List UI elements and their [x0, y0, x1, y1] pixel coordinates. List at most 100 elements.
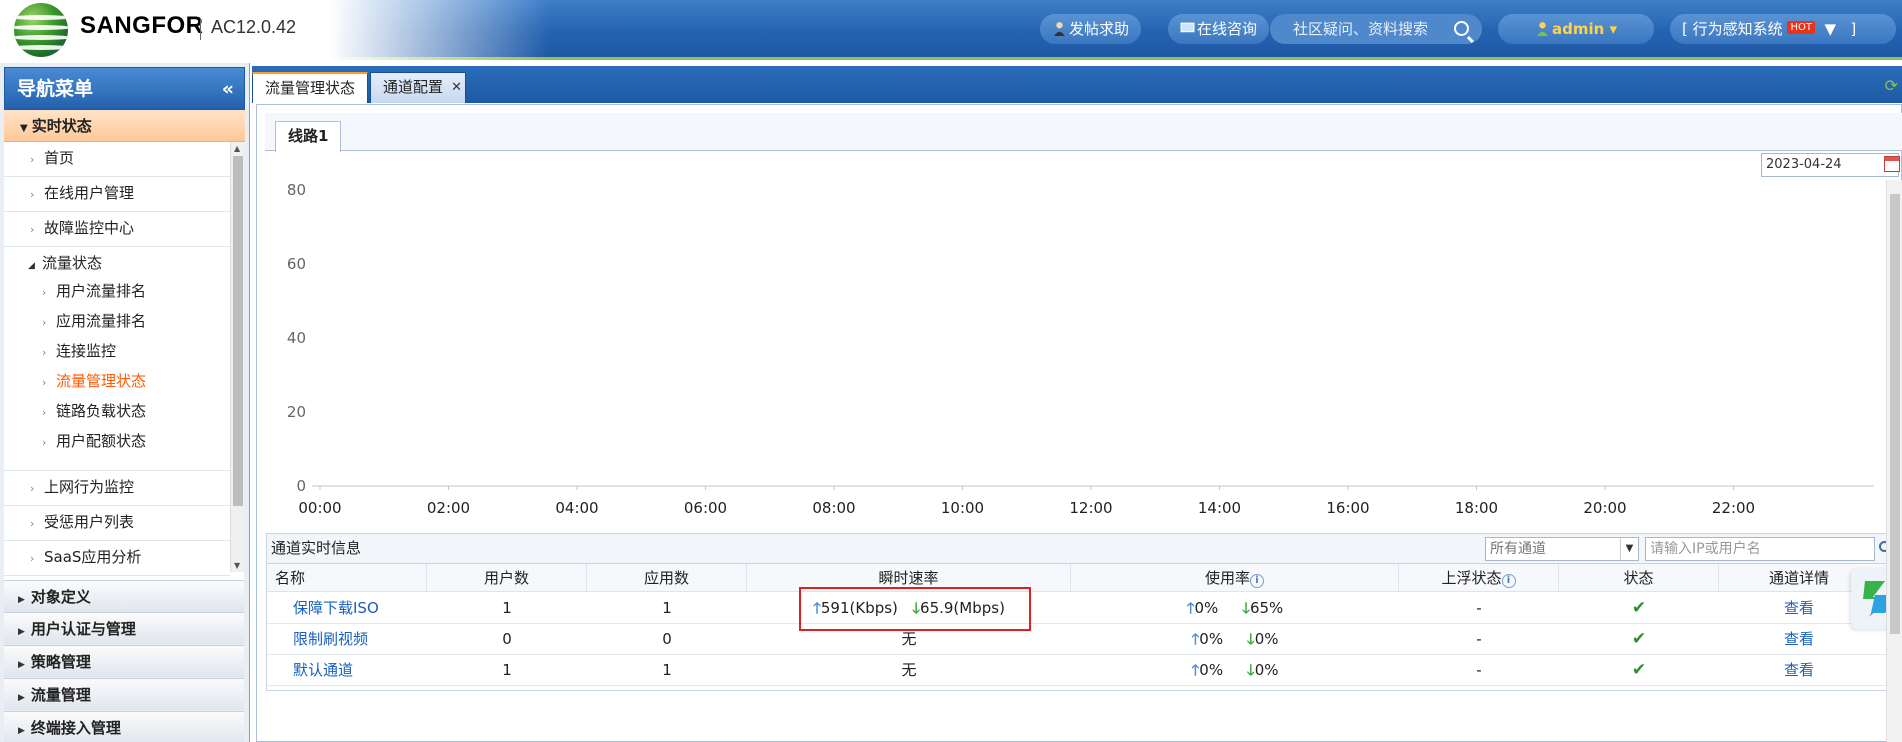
search-icon[interactable] — [1454, 21, 1469, 36]
scroll-up-icon[interactable]: ▲ — [234, 144, 240, 153]
ip-user-search-input[interactable]: 请输入IP或用户名 — [1645, 537, 1894, 561]
x-tick-label: 02:00 — [427, 499, 470, 517]
table-row: 默认通道 1 1 无 🡑0% 🡓0% - ✔ 查看 — [267, 655, 1889, 686]
sidebar-item-user-quota-status[interactable]: › 用户配额状态 — [4, 429, 230, 471]
sidebar-item-app-traffic-rank[interactable]: › 应用流量排名 — [4, 309, 230, 339]
sidebar-section-user-auth[interactable]: ▶ 用户认证与管理 — [4, 612, 244, 644]
info-icon[interactable]: i — [1250, 574, 1264, 588]
channel-name-link[interactable]: 限制刷视频 — [293, 624, 433, 655]
col-float-status[interactable]: 上浮状态 i — [1399, 564, 1559, 592]
collapse-sidebar-icon[interactable]: « — [222, 68, 234, 111]
sidebar-item-online-users[interactable]: › 在线用户管理 — [4, 177, 230, 212]
table-row: 保障下载ISO 1 1 🡑591(Kbps) 🡓65.9(Mbps) 🡑0% 🡓… — [267, 593, 1889, 624]
col-users[interactable]: 用户数 — [427, 564, 587, 592]
x-tick-label: 10:00 — [941, 499, 984, 517]
y-tick-label: 20 — [287, 403, 306, 421]
col-usage[interactable]: 使用率 i — [1071, 564, 1399, 592]
caret-down-icon: ▼ — [20, 123, 28, 134]
help-button[interactable]: 发帖求助 — [1040, 14, 1142, 44]
status-ok-icon: ✔ — [1631, 660, 1647, 680]
scroll-thumb[interactable] — [1890, 194, 1900, 634]
tab-traffic-mgmt-status[interactable]: 流量管理状态 — [252, 72, 369, 103]
behavior-system-menu[interactable]: [ 行为感知系统 HOT ▼ ] — [1670, 14, 1896, 44]
table-row: 限制刷视频 0 0 无 🡑0% 🡓0% - ✔ 查看 — [267, 624, 1889, 655]
users-count: 0 — [502, 630, 512, 648]
sidebar-item-traffic-status[interactable]: ◢ 流量状态 — [4, 247, 230, 279]
realtime-title: 通道实时信息 — [271, 539, 362, 557]
y-tick-label: 80 — [287, 181, 306, 199]
arrow-up-icon: 🡑 — [1186, 599, 1195, 617]
channel-filter-select[interactable]: 所有通道 ▼ — [1485, 537, 1639, 561]
x-tick-label: 16:00 — [1326, 499, 1369, 517]
hot-badge: HOT — [1787, 21, 1815, 34]
refresh-icon[interactable]: ⟳ — [1885, 76, 1898, 95]
col-status[interactable]: 状态 — [1559, 564, 1719, 592]
sidebar-scrollbar[interactable]: ▲ ▼ — [230, 142, 244, 572]
usage-rate: 🡑0% 🡓0% — [1191, 661, 1279, 679]
x-tick-label: 08:00 — [812, 499, 855, 517]
channel-name-link[interactable]: 保障下载ISO — [293, 593, 433, 624]
caret-right-icon: ▶ — [18, 660, 25, 670]
chevron-right-icon: › — [42, 436, 47, 449]
system-label: 行为感知系统 — [1692, 20, 1783, 38]
instant-rate: 无 — [901, 661, 917, 679]
float-status: - — [1476, 599, 1482, 617]
caret-right-icon: ▶ — [18, 627, 25, 637]
realtime-header: 通道实时信息 所有通道 ▼ 请输入IP或用户名 — [267, 534, 1894, 564]
channel-name-link[interactable]: 默认通道 — [293, 655, 433, 686]
sidebar-item-home[interactable]: › 首页 — [4, 142, 230, 177]
main-tab-bar: 流量管理状态 通道配置 ✕ ⟳ — [252, 66, 1902, 103]
chevron-right-icon: › — [30, 223, 35, 236]
sidebar-item-user-traffic-rank[interactable]: › 用户流量排名 — [4, 279, 230, 309]
chevron-right-icon: › — [42, 316, 47, 329]
sidebar-item-link-load-status[interactable]: › 链路负载状态 — [4, 399, 230, 429]
x-tick-label: 12:00 — [1069, 499, 1112, 517]
version-label: AC12.0.42 — [211, 17, 297, 37]
sidebar-item-fault-monitor[interactable]: › 故障监控中心 — [4, 212, 230, 247]
x-tick-label: 04:00 — [555, 499, 598, 517]
chat-icon — [1180, 22, 1195, 33]
user-menu[interactable]: admin ▾ — [1498, 14, 1654, 44]
sidebar-item-traffic-mgmt-status[interactable]: › 流量管理状态 — [4, 369, 230, 399]
sidebar-section-object-definition[interactable]: ▶ 对象定义 — [4, 580, 244, 612]
chevron-right-icon: › — [30, 188, 35, 201]
sidebar-section-traffic-mgmt[interactable]: ▶ 流量管理 — [4, 678, 244, 710]
y-tick-label: 40 — [287, 329, 306, 347]
consult-label: 在线咨询 — [1197, 20, 1258, 38]
chevron-right-icon: › — [30, 153, 35, 166]
arrow-down-icon: 🡓 — [1246, 630, 1255, 648]
sidebar-item-web-behavior-monitor[interactable]: › 上网行为监控 — [4, 471, 230, 506]
status-ok-icon: ✔ — [1631, 629, 1647, 649]
sidebar-item-punished-users[interactable]: › 受惩用户列表 — [4, 506, 230, 541]
view-detail-link[interactable]: 查看 — [1719, 655, 1879, 686]
caret-right-icon: ▶ — [18, 595, 25, 605]
content-scrollbar[interactable] — [1886, 180, 1902, 742]
caret-right-icon: ▶ — [18, 726, 25, 736]
sidebar-item-saas-analysis[interactable]: › SaaS应用分析 — [4, 541, 230, 576]
tab-channel-config[interactable]: 通道配置 ✕ — [370, 72, 467, 103]
col-name[interactable]: 名称 — [267, 564, 427, 592]
tab-line-1[interactable]: 线路1 — [275, 121, 342, 152]
community-search-input[interactable]: 社区疑问、资料搜索 — [1270, 14, 1482, 44]
consult-button[interactable]: 在线咨询 — [1168, 14, 1270, 44]
scroll-down-icon[interactable]: ▼ — [234, 561, 240, 570]
close-tab-icon[interactable]: ✕ — [451, 73, 462, 102]
sidebar-item-connection-monitor[interactable]: › 连接监控 — [4, 339, 230, 369]
line-tabs: 线路1 — [265, 113, 1902, 152]
sidebar-section-policy[interactable]: ▶ 策略管理 — [4, 645, 244, 677]
usage-rate: 🡑0% 🡓0% — [1191, 630, 1279, 648]
section-realtime-status[interactable]: ▼ 实时状态 — [4, 110, 245, 142]
table-header: 名称 用户数 应用数 瞬时速率 使用率 i 上浮状态 i 状态 通道详情 — [267, 564, 1889, 592]
col-apps[interactable]: 应用数 — [587, 564, 747, 592]
date-picker[interactable]: 2023-04-24 — [1761, 153, 1900, 177]
person-icon — [1054, 22, 1065, 36]
chevron-right-icon: › — [42, 286, 47, 299]
calendar-icon[interactable] — [1884, 156, 1900, 172]
apps-count: 0 — [662, 630, 672, 648]
scroll-thumb[interactable] — [233, 156, 243, 506]
sidebar-section-terminal-access[interactable]: ▶ 终端接入管理 — [4, 711, 244, 742]
info-icon[interactable]: i — [1501, 574, 1516, 588]
expanded-caret-icon: ◢ — [28, 261, 35, 271]
traffic-chart-svg: 0 20 40 60 80 00:00 02:00 04:00 06:00 08:00 10:00 1… — [287, 181, 1874, 517]
x-tick-label: 06:00 — [684, 499, 727, 517]
